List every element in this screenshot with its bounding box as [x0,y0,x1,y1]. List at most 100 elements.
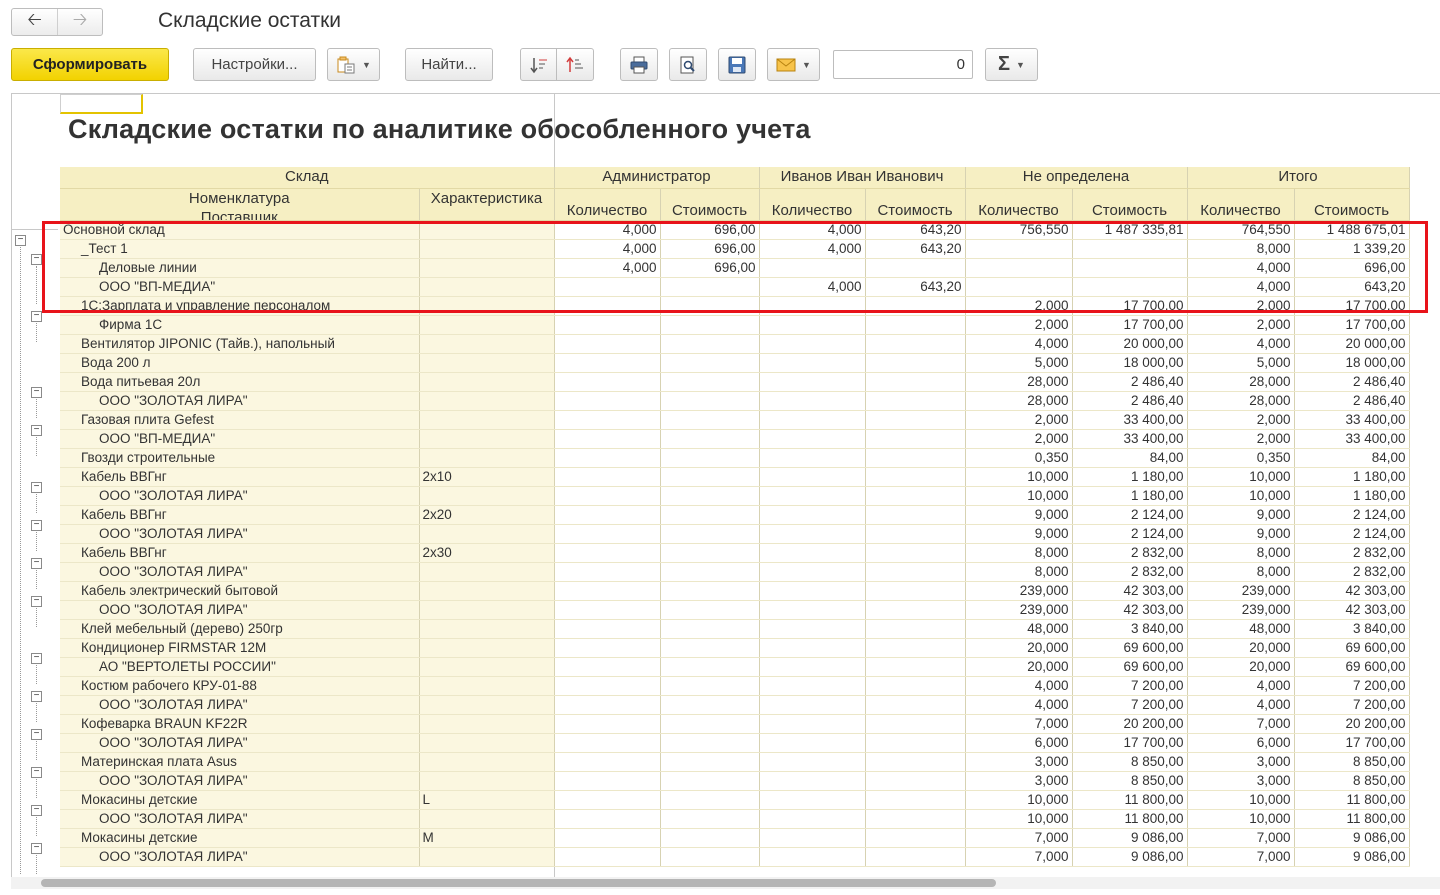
row-qty [965,277,1073,297]
table-row[interactable]: ООО "ЗОЛОТАЯ ЛИРА" 7,000 9 086,00 7,000 9 08… [60,847,1410,867]
row-qty: 7,000 [1187,847,1295,867]
counter-field[interactable]: 0 [833,50,973,79]
table-row[interactable]: Фирма 1С 2,000 17 700,00 2,000 17 700,00 [60,315,1410,335]
collapse-toggle-icon[interactable]: − [31,691,42,702]
table-row[interactable]: ООО "ЗОЛОТАЯ ЛИРА" 239,000 42 303,00 239,00… [60,600,1410,620]
table-row[interactable]: ООО "ЗОЛОТАЯ ЛИРА" 3,000 8 850,00 3,000 8 85… [60,771,1410,791]
sort-descending-button[interactable] [556,48,594,81]
table-row[interactable]: Вентилятор JIPONIC (Тайв.), напольный 4,0… [60,334,1410,354]
table-row[interactable]: АО "ВЕРТОЛЕТЫ РОССИИ" 20,000 69 600,00 20,0… [60,657,1410,677]
table-row[interactable]: ООО "ЗОЛОТАЯ ЛИРА" 6,000 17 700,00 6,000 17 … [60,733,1410,753]
row-characteristic [419,809,555,829]
variant-menu-button[interactable]: ▼ [327,48,380,81]
table-row[interactable]: ООО "ЗОЛОТАЯ ЛИРА" 4,000 7 200,00 4,000 7 20… [60,695,1410,715]
table-row[interactable]: Кофеварка BRAUN KF22R 7,000 20 200,00 7,000… [60,714,1410,734]
table-row[interactable]: ООО "ЗОЛОТАЯ ЛИРА" 8,000 2 832,00 8,000 2 83… [60,562,1410,582]
table-row[interactable]: Основной склад 4,000 696,00 4,000 643,20 756,… [60,220,1410,240]
row-cost [865,752,966,772]
row-cost [865,676,966,696]
collapse-toggle-icon[interactable]: − [31,653,42,664]
horizontal-scrollbar[interactable] [11,877,1440,889]
window-title: Складские остатки [158,9,342,32]
row-cost: 33 400,00 [1072,410,1188,430]
tree-connector [36,817,37,836]
generate-button[interactable]: Сформировать [11,48,169,81]
row-cost [660,372,760,392]
table-row[interactable]: Клей мебельный (дерево) 250гр 48,000 3 840… [60,619,1410,639]
collapse-toggle-icon[interactable]: − [15,235,26,246]
row-cost: 11 800,00 [1072,809,1188,829]
row-cost [1072,239,1188,259]
table-row[interactable]: Кабель ВВГнг 2х30 8,000 2 832,00 8,000 2 832,… [60,543,1410,563]
collapse-toggle-icon[interactable]: − [31,520,42,531]
table-row[interactable]: Вода 200 л 5,000 18 000,00 5,000 18 000,00 [60,353,1410,373]
row-characteristic [419,771,555,791]
table-row[interactable]: Кабель ВВГнг 2х10 10,000 1 180,00 10,000 1 18… [60,467,1410,487]
row-qty: 2,000 [1187,315,1295,335]
row-qty [759,771,866,791]
row-qty: 4,000 [554,220,661,240]
row-qty [759,809,866,829]
scrollbar-thumb[interactable] [41,879,996,887]
collapse-toggle-icon[interactable]: − [31,387,42,398]
table-row[interactable]: Гвозди строительные 0,350 84,00 0,350 84,00 [60,448,1410,468]
save-button[interactable] [718,48,756,81]
table-row[interactable]: ООО "ЗОЛОТАЯ ЛИРА" 28,000 2 486,40 28,000 2 … [60,391,1410,411]
sum-menu-button[interactable]: Σ ▼ [985,48,1038,81]
report-area[interactable]: Складские остатки по аналитике обособлен… [11,93,1440,887]
collapse-toggle-icon[interactable]: − [31,311,42,322]
collapse-toggle-icon[interactable]: − [31,805,42,816]
row-qty [554,410,661,430]
row-cost [660,410,760,430]
row-cost [1072,277,1188,297]
collapse-toggle-icon[interactable]: − [31,767,42,778]
table-row[interactable]: Вода питьевая 20л 28,000 2 486,40 28,000 2 4… [60,372,1410,392]
row-qty [554,505,661,525]
table-row[interactable]: Материнская плата Asus 3,000 8 850,00 3,000… [60,752,1410,772]
collapse-toggle-icon[interactable]: − [31,843,42,854]
row-cost: 9 086,00 [1294,847,1410,867]
collapse-toggle-icon[interactable]: − [31,558,42,569]
row-cost [865,315,966,335]
row-qty [554,657,661,677]
row-name: ООО "ЗОЛОТАЯ ЛИРА" [60,695,420,715]
table-row[interactable]: Костюм рабочего КРУ-01-88 4,000 7 200,00 4,… [60,676,1410,696]
row-qty [759,353,866,373]
table-row[interactable]: ООО "ЗОЛОТАЯ ЛИРА" 10,000 11 800,00 10,000 1… [60,809,1410,829]
row-name: ООО "ЗОЛОТАЯ ЛИРА" [60,391,420,411]
collapse-toggle-icon[interactable]: − [31,596,42,607]
row-name: Костюм рабочего КРУ-01-88 [60,676,420,696]
collapse-toggle-icon[interactable]: − [31,482,42,493]
table-row[interactable]: Кабель электрический бытовой 239,000 42 30… [60,581,1410,601]
table-row[interactable]: Мокасины детские L 10,000 11 800,00 10,000 11… [60,790,1410,810]
row-cost: 9 086,00 [1294,828,1410,848]
find-button[interactable]: Найти... [405,48,493,81]
table-row[interactable]: Кондиционер FIRMSTAR 12M 20,000 69 600,00 2… [60,638,1410,658]
table-row[interactable]: Газовая плита Gefest 2,000 33 400,00 2,000 3… [60,410,1410,430]
print-button[interactable] [620,48,658,81]
back-arrow-icon[interactable]: 🡠 [12,9,57,35]
collapse-toggle-icon[interactable]: − [31,729,42,740]
mail-menu-button[interactable]: ▼ [767,48,820,81]
table-row[interactable]: _Тест 1 4,000 696,00 4,000 643,20 8,000 1 339,… [60,239,1410,259]
row-cost: 17 700,00 [1294,733,1410,753]
table-row[interactable]: ООО "ЗОЛОТАЯ ЛИРА" 9,000 2 124,00 9,000 2 12… [60,524,1410,544]
table-row[interactable]: ООО "ЗОЛОТАЯ ЛИРА" 10,000 1 180,00 10,000 1 … [60,486,1410,506]
row-name: Клей мебельный (дерево) 250гр [60,619,420,639]
row-qty [554,733,661,753]
table-row[interactable]: 1С:Зарплата и управление персоналом 2,000… [60,296,1410,316]
table-row[interactable]: Кабель ВВГнг 2х20 9,000 2 124,00 9,000 2 124,… [60,505,1410,525]
row-characteristic [419,581,555,601]
table-row[interactable]: Мокасины детские M 7,000 9 086,00 7,000 9 086… [60,828,1410,848]
settings-button[interactable]: Настройки... [193,48,316,81]
row-cost: 1 180,00 [1072,467,1188,487]
table-row[interactable]: ООО "ВП-МЕДИА" 4,000 643,20 4,000 643,20 [60,277,1410,297]
sort-ascending-button[interactable] [520,48,557,81]
collapse-toggle-icon[interactable]: − [31,425,42,436]
row-cost [865,695,966,715]
table-row[interactable]: Деловые линии 4,000 696,00 4,000 696,00 [60,258,1410,278]
preview-button[interactable] [669,48,707,81]
forward-arrow-icon[interactable]: 🡢 [56,9,102,35]
collapse-toggle-icon[interactable]: − [31,254,42,265]
table-row[interactable]: ООО "ВП-МЕДИА" 2,000 33 400,00 2,000 33 400,… [60,429,1410,449]
